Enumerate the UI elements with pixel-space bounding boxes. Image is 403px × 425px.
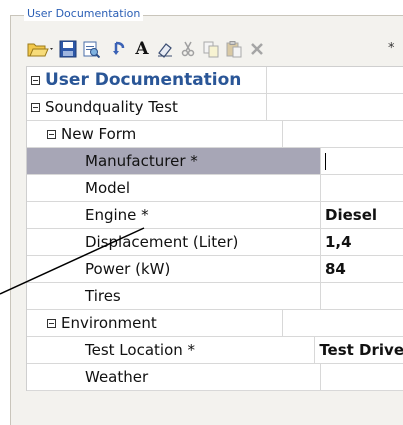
stage: User Documentation A * User Documentatio…: [0, 0, 403, 425]
annotation-leader-line: [0, 227, 145, 295]
